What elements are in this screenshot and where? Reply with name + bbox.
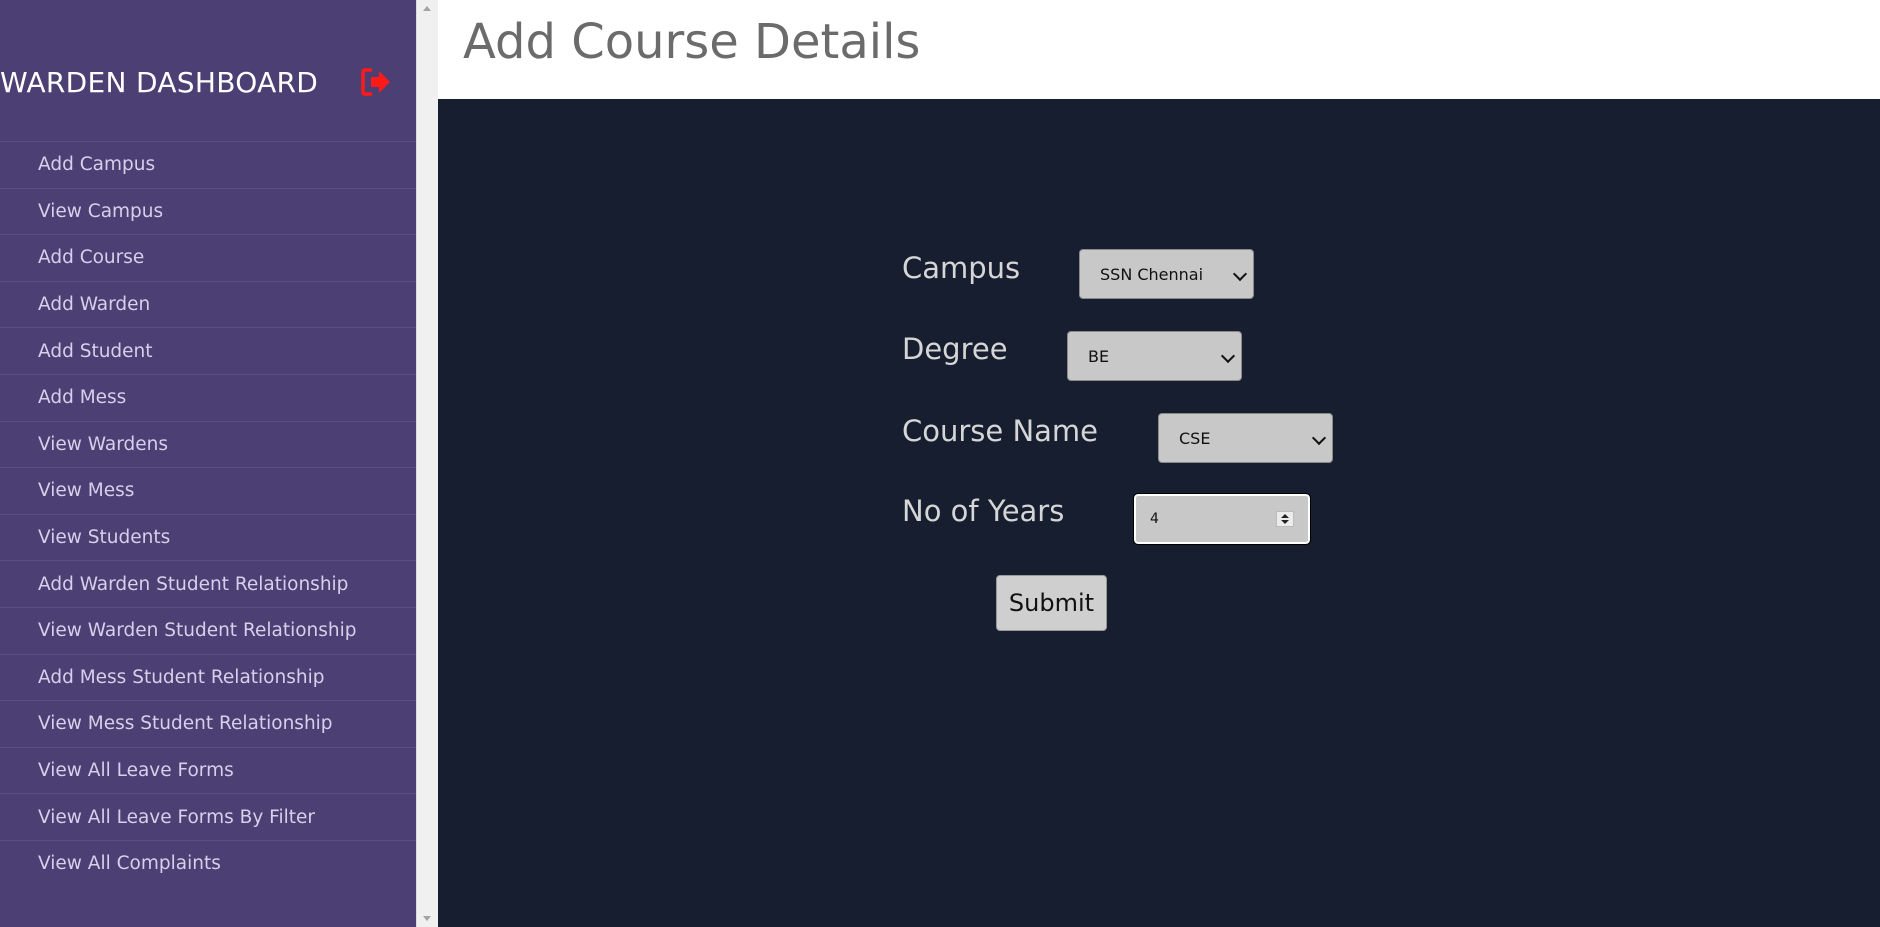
sidebar-item-view-students[interactable]: View Students (0, 513, 416, 561)
sidebar-item-view-wardens[interactable]: View Wardens (0, 420, 416, 468)
chevron-down-icon (1220, 348, 1236, 364)
sidebar-item-add-student[interactable]: Add Student (0, 327, 416, 374)
campus-select[interactable]: SSN Chennai (1079, 249, 1254, 299)
sign-out-icon[interactable] (358, 64, 394, 100)
sidebar-scrollbar[interactable] (416, 0, 438, 927)
chevron-down-icon (1311, 430, 1327, 446)
sidebar-item-add-warden[interactable]: Add Warden (0, 280, 416, 328)
degree-select-value: BE (1088, 346, 1110, 366)
years-input-value: 4 (1150, 511, 1159, 527)
sidebar-item-add-mess[interactable]: Add Mess (0, 373, 416, 421)
page-header: Add Course Details (438, 0, 1880, 99)
degree-select[interactable]: BE (1067, 331, 1242, 381)
sidebar-item-add-campus[interactable]: Add Campus (0, 141, 416, 188)
campus-select-value: SSN Chennai (1100, 264, 1204, 284)
course-name-select[interactable]: CSE (1158, 413, 1333, 463)
sidebar-title: WARDEN DASHBOARD (0, 66, 319, 99)
number-spinner-icon[interactable] (1276, 511, 1294, 527)
sidebar-item-view-all-complaints[interactable]: View All Complaints (0, 839, 416, 887)
scroll-up-arrow-icon[interactable] (423, 6, 431, 11)
course-name-select-value: CSE (1179, 428, 1211, 448)
sidebar-item-view-mess-student-relationship[interactable]: View Mess Student Relationship (0, 700, 416, 747)
submit-button[interactable]: Submit (996, 575, 1107, 631)
sidebar-item-view-all-leave-forms-by-filter[interactable]: View All Leave Forms By Filter (0, 793, 416, 840)
years-input[interactable]: 4 (1133, 493, 1311, 545)
sidebar-item-add-course[interactable]: Add Course (0, 234, 416, 281)
sidebar-item-view-warden-student-relationship[interactable]: View Warden Student Relationship (0, 606, 416, 654)
sidebar-item-view-all-leave-forms[interactable]: View All Leave Forms (0, 746, 416, 794)
sidebar-menu: Add Campus View Campus Add Course Add Wa… (0, 141, 416, 887)
years-label: No of Years (902, 494, 1065, 528)
page-title: Add Course Details (463, 14, 921, 70)
sidebar-item-add-mess-student-relationship[interactable]: Add Mess Student Relationship (0, 653, 416, 701)
scroll-down-arrow-icon[interactable] (423, 916, 431, 921)
degree-label: Degree (902, 332, 1008, 366)
sidebar-item-view-campus[interactable]: View Campus (0, 187, 416, 235)
sidebar-item-add-warden-student-relationship[interactable]: Add Warden Student Relationship (0, 560, 416, 607)
campus-label: Campus (902, 251, 1021, 285)
sidebar: WARDEN DASHBOARD Add Campus View Campus … (0, 0, 416, 927)
sidebar-item-view-mess[interactable]: View Mess (0, 467, 416, 514)
sidebar-header: WARDEN DASHBOARD (0, 62, 416, 106)
chevron-down-icon (1232, 266, 1248, 282)
course-name-label: Course Name (902, 414, 1099, 448)
